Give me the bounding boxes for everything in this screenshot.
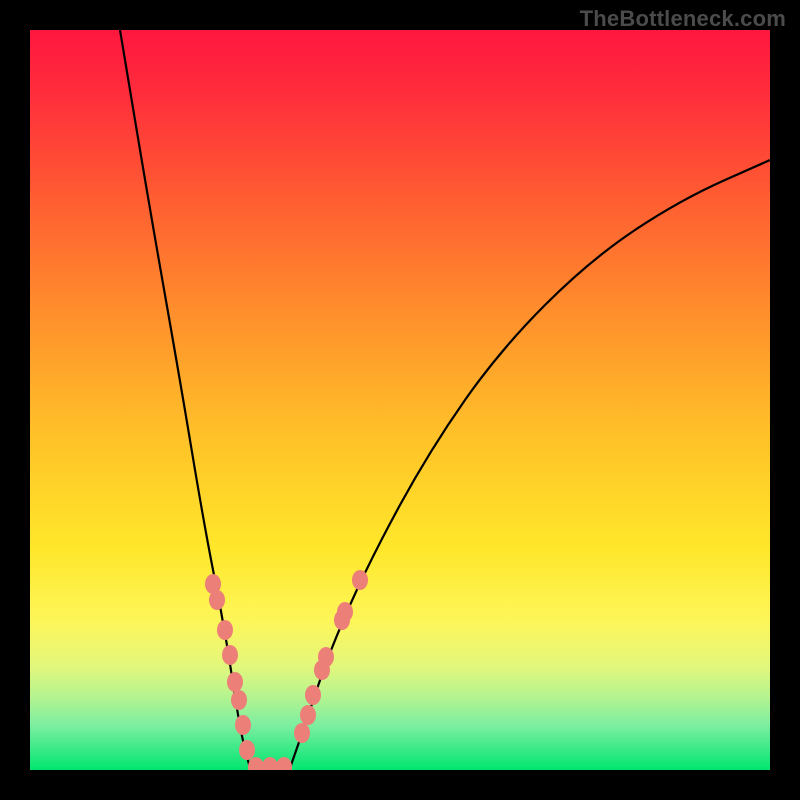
curve-right-branch <box>290 160 770 768</box>
data-point <box>209 590 225 610</box>
data-point <box>217 620 233 640</box>
data-point <box>231 690 247 710</box>
chart-frame: TheBottleneck.com <box>0 0 800 800</box>
scatter-points <box>205 570 368 770</box>
data-point <box>222 645 238 665</box>
data-point <box>300 705 316 725</box>
data-point <box>337 602 353 622</box>
data-point <box>276 757 292 770</box>
data-point <box>235 715 251 735</box>
plot-area <box>30 30 770 770</box>
data-point <box>262 757 278 770</box>
data-point <box>305 685 321 705</box>
data-point <box>227 672 243 692</box>
data-point <box>318 647 334 667</box>
data-point <box>352 570 368 590</box>
chart-svg <box>30 30 770 770</box>
watermark-text: TheBottleneck.com <box>580 6 786 32</box>
data-point <box>294 723 310 743</box>
data-point <box>239 740 255 760</box>
